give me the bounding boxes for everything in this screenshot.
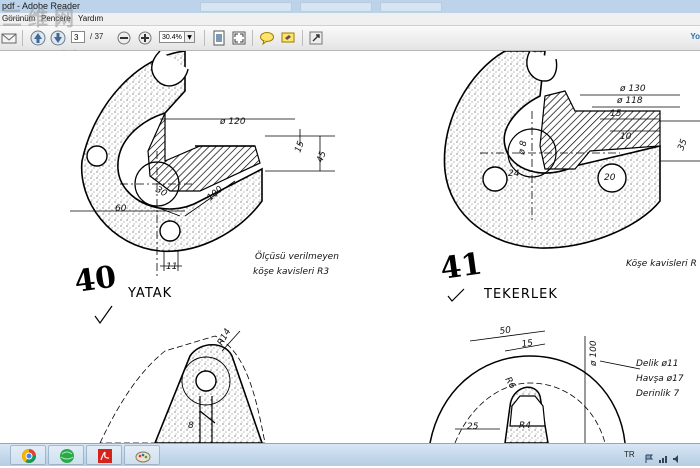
expand-button[interactable]: [308, 30, 324, 46]
bottom-right-part: 50 15 ø 100 R6 R4 25 Delik ø11 Havşa ø17…: [429, 325, 684, 443]
note-line: Delik ø11: [636, 359, 679, 369]
title-bar-tab[interactable]: [300, 2, 372, 12]
dim-label: ø 118: [616, 96, 643, 106]
document-view[interactable]: ø 120 15 45 30 100 60 11 Ölçüsü verilmey…: [0, 51, 700, 443]
note-line: köşe kavisleri R3: [253, 267, 329, 277]
plus-icon: [138, 31, 152, 45]
language-indicator[interactable]: TR: [624, 450, 635, 459]
title-bar-tab[interactable]: [380, 2, 442, 12]
note-line: Ölçüsü verilmeyen: [255, 251, 339, 262]
email-button[interactable]: [1, 30, 17, 46]
toolbar-separator: [302, 30, 303, 46]
full-screen-button[interactable]: [231, 30, 247, 46]
page-total: / 37: [90, 32, 104, 41]
full-screen-icon: [232, 31, 246, 45]
taskbar-app-green[interactable]: [48, 445, 84, 465]
title-bar: pdf - Adobe Reader: [0, 0, 700, 14]
highlighter-icon: [281, 32, 295, 43]
zoom-out-button[interactable]: [116, 30, 132, 46]
paint-icon: [135, 451, 151, 463]
technical-drawing: ø 120 15 45 30 100 60 11 Ölçüsü verilmey…: [70, 51, 700, 443]
dim-label: 50: [499, 325, 512, 337]
page-number-input[interactable]: 3: [71, 31, 85, 43]
dim-label: R4: [519, 421, 531, 431]
comment-icon: [260, 32, 274, 46]
globe-icon: [60, 449, 74, 463]
dim-label: ø 100: [589, 340, 599, 367]
fit-page-icon: [213, 30, 225, 46]
dim-label: 60: [115, 204, 127, 214]
highlight-button[interactable]: [280, 30, 296, 46]
checkmark-icon: [94, 305, 113, 325]
tekerlek-part: ø 130 ø 118 15 10 35 24 20 ø 8 Köşe kavi…: [438, 51, 700, 302]
taskbar-adobe-reader[interactable]: [86, 445, 122, 465]
toolbar-separator: [204, 30, 205, 46]
dim-label: ø 120: [219, 117, 246, 127]
watermark-logo: 三维网: [2, 8, 80, 30]
pdf-icon: [98, 449, 112, 463]
dim-label: R14: [216, 327, 234, 348]
dim-label: 20: [604, 173, 616, 183]
zoom-in-button[interactable]: [137, 30, 153, 46]
part-number: 41: [438, 246, 484, 286]
arrow-up-icon: [30, 30, 46, 46]
yatak-part: ø 120 15 45 30 100 60 11 Ölçüsü verilmey…: [70, 51, 339, 325]
fit-page-button[interactable]: [211, 30, 227, 46]
dim-label: 8: [188, 421, 194, 431]
note-line: Derinlik 7: [636, 389, 679, 399]
chevron-down-icon: ▼: [187, 34, 192, 41]
taskbar-chrome[interactable]: [10, 445, 46, 465]
dim-label: 15: [610, 109, 622, 119]
note-line: Köşe kavisleri R: [626, 259, 697, 269]
menu-item-help[interactable]: Yardım: [78, 13, 103, 25]
dim-label: 15: [293, 140, 306, 154]
tray-volume-icon[interactable]: [672, 449, 682, 463]
note-line: Havşa ø17: [636, 374, 684, 384]
taskbar-paint[interactable]: [124, 445, 160, 465]
menu-bar: Görünüm Pencere Yardım: [0, 13, 700, 26]
next-page-button[interactable]: [50, 30, 66, 46]
zoom-level-input[interactable]: 30.4%: [159, 31, 185, 43]
toolbar-separator: [252, 30, 253, 46]
dim-label: ø 130: [619, 84, 646, 94]
part-name: YATAK: [127, 286, 172, 301]
expand-icon: [309, 31, 323, 45]
tray-flag-icon[interactable]: [644, 449, 654, 463]
arrow-down-icon: [50, 30, 66, 46]
tray-network-icon[interactable]: [658, 449, 668, 463]
envelope-icon: [1, 33, 17, 44]
dim-label: 11: [166, 262, 177, 272]
dim-label: 15: [521, 338, 534, 350]
toolbar-right-link[interactable]: Yo: [690, 32, 700, 41]
dim-label: 24: [508, 169, 520, 179]
taskbar: TR: [0, 443, 700, 466]
chrome-icon: [22, 449, 36, 463]
dim-label: ø 8: [517, 140, 530, 157]
comment-button[interactable]: [259, 30, 275, 46]
checkmark-icon: [447, 288, 465, 302]
dim-label: 35: [676, 138, 689, 152]
part-name: TEKERLEK: [483, 287, 558, 302]
dim-label: 25: [467, 422, 479, 432]
previous-page-button[interactable]: [30, 30, 46, 46]
dim-label: 45: [315, 150, 328, 164]
dim-label: 10: [620, 132, 632, 142]
minus-icon: [117, 31, 131, 45]
part-number: 40: [72, 259, 118, 299]
start-button[interactable]: [0, 445, 10, 465]
zoom-dropdown-button[interactable]: ▼: [185, 31, 195, 43]
bottom-left-part: R14 8: [99, 327, 266, 443]
title-bar-tab[interactable]: [200, 2, 292, 12]
toolbar-separator: [22, 30, 23, 46]
